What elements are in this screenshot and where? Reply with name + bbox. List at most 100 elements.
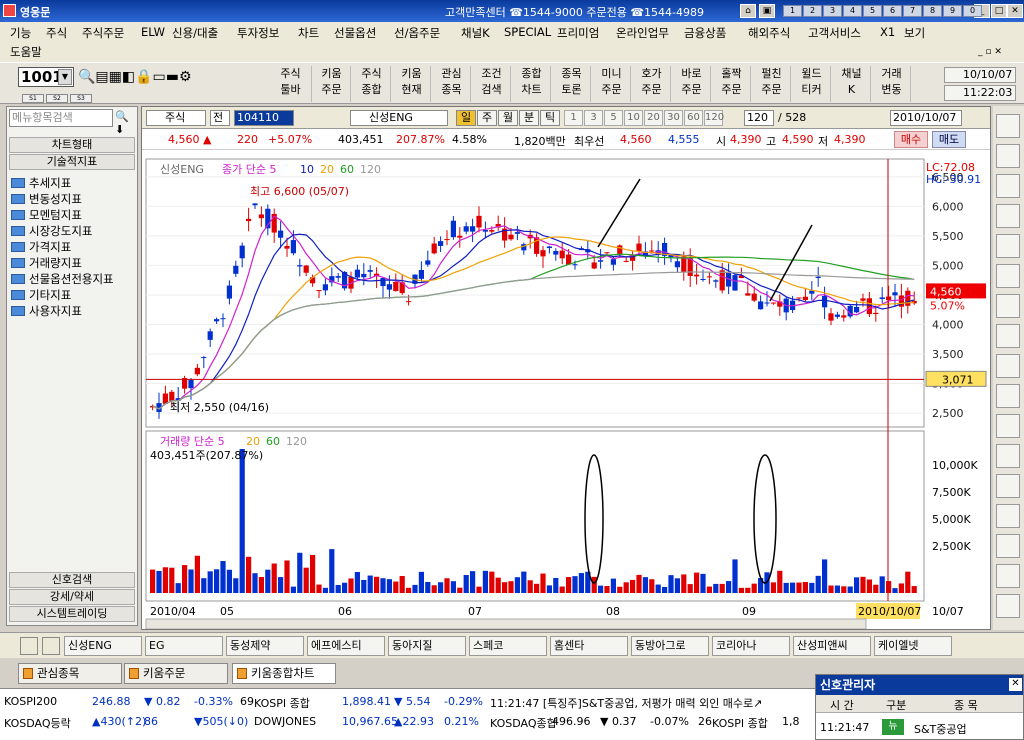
search-icon[interactable]: 🔍⬇ (115, 110, 137, 136)
stock-tab[interactable]: 동아지질 (388, 636, 466, 656)
minute-tab[interactable]: 30 (664, 110, 683, 126)
menu-item[interactable]: 해외주식 (748, 25, 790, 41)
indicator-folder[interactable]: 기타지표 (11, 287, 71, 303)
mdi-controls[interactable]: _ ▫ ✕ (978, 47, 1022, 60)
screen-tab-9[interactable]: 9 (943, 5, 962, 17)
tool-icon[interactable] (996, 414, 1020, 438)
indicator-folder[interactable]: 추세지표 (11, 175, 71, 191)
menu-item[interactable]: 금융상품 (684, 25, 726, 41)
toolbar-button[interactable]: 거래 변동 (873, 66, 911, 102)
menu-item[interactable]: X1 (880, 25, 895, 39)
menu-item[interactable]: SPECIAL (504, 25, 551, 39)
home-icon[interactable]: ⌂ (740, 4, 756, 18)
toolbar-button[interactable]: 키움 주문 (313, 66, 351, 102)
menu-item[interactable]: 차트 (298, 25, 319, 41)
sell-button[interactable]: 매도 (932, 131, 966, 148)
toolbar-button[interactable]: 관심 종목 (433, 66, 471, 102)
tool-icon[interactable] (996, 324, 1020, 348)
menu-item[interactable]: 고객서비스 (808, 25, 861, 41)
code-input[interactable]: 104110 (234, 110, 294, 126)
tool-icon[interactable] (996, 234, 1020, 258)
window-tab[interactable]: 관심종목 (18, 663, 122, 684)
tech-indicator-header[interactable]: 기술적지표 (9, 154, 135, 170)
screen-tab-0[interactable]: 0 (963, 5, 982, 17)
tool-icon[interactable] (996, 384, 1020, 408)
small-button[interactable]: S3 (70, 94, 92, 103)
toolbar-button[interactable]: 종합 차트 (513, 66, 551, 102)
date-input[interactable]: 2010/10/07 (890, 110, 962, 126)
tool-icon[interactable] (996, 144, 1020, 168)
menu-item[interactable]: 주식 (46, 25, 67, 41)
menu-item[interactable]: 기능 (10, 25, 31, 41)
buy-button[interactable]: 매수 (894, 131, 928, 148)
list-icon[interactable] (20, 637, 38, 655)
screen-tab-8[interactable]: 8 (923, 5, 942, 17)
menu-item[interactable]: 프리미엄 (557, 25, 599, 41)
menu-item[interactable]: 투자정보 (237, 25, 279, 41)
tool-icon[interactable] (996, 114, 1020, 138)
period-tab[interactable]: 월 (498, 110, 518, 126)
screen-tab-4[interactable]: 4 (843, 5, 862, 17)
toolbar-button[interactable]: 호가 주문 (633, 66, 671, 102)
minute-tab[interactable]: 60 (684, 110, 703, 126)
tool-icon[interactable] (996, 444, 1020, 468)
stock-tab[interactable]: 홈센타 (550, 636, 628, 656)
screen-tab-3[interactable]: 3 (823, 5, 842, 17)
menu-search-input[interactable]: 메뉴항목검색 (9, 109, 113, 127)
count-input[interactable]: 120 (744, 110, 774, 126)
window-tab[interactable]: 키움주문 (124, 663, 228, 684)
period-tab[interactable]: 일 (456, 110, 476, 126)
stock-tab[interactable]: 동성제약 (226, 636, 304, 656)
stock-tab[interactable]: 에프에스티 (307, 636, 385, 656)
screen-tab-7[interactable]: 7 (903, 5, 922, 17)
menu-item[interactable]: 선물옵션 (334, 25, 376, 41)
signal-stock[interactable]: S&T중공업 (914, 721, 967, 737)
edit-icon[interactable] (42, 637, 60, 655)
toolbar-button[interactable]: 윌드 티커 (793, 66, 831, 102)
minute-tab[interactable]: 120 (704, 110, 724, 126)
stock-tab[interactable]: EG (145, 636, 223, 656)
tool-icon[interactable] (996, 174, 1020, 198)
stock-tab[interactable]: 케이엘넷 (874, 636, 952, 656)
stock-chart[interactable]: 6,5006,0005,5005,0004,5004,0003,5003,000… (142, 151, 990, 629)
screen-tab-2[interactable]: 2 (803, 5, 822, 17)
tool-icon[interactable] (996, 474, 1020, 498)
tool-icon[interactable] (996, 504, 1020, 528)
indicator-folder[interactable]: 선물옵션전용지표 (11, 271, 114, 287)
menu-item[interactable]: 채널K (461, 25, 490, 41)
toolbar-button[interactable]: 홀짝 주문 (713, 66, 751, 102)
quick-icons[interactable]: 🔍▤▦◧🔒▭▬⚙ (78, 69, 192, 85)
screen-tab-1[interactable]: 1 (783, 5, 802, 17)
menu-item[interactable]: 주식주문 (82, 25, 124, 41)
menu-item[interactable]: 신용/대출 (172, 25, 218, 41)
toolbar-button[interactable]: 주식 종합 (353, 66, 391, 102)
tool-icon[interactable] (996, 534, 1020, 558)
minute-tab[interactable]: 1 (564, 110, 583, 126)
menu-item[interactable]: 선/옵주문 (394, 25, 440, 41)
indicator-folder[interactable]: 가격지표 (11, 239, 71, 255)
window-tab[interactable]: 키움종합차트 (232, 663, 336, 684)
menu-help[interactable]: 도움말 (10, 44, 42, 60)
maximize-button[interactable]: □ (991, 4, 1007, 18)
minute-tab[interactable]: 5 (604, 110, 623, 126)
toolbar-button[interactable]: 주식 툴바 (270, 66, 312, 102)
toolbar-button[interactable]: 바로 주문 (673, 66, 711, 102)
minute-tab[interactable]: 10 (624, 110, 643, 126)
small-button[interactable]: S1 (22, 94, 44, 103)
menu-item[interactable]: 온라인업무 (616, 25, 669, 41)
toolbar-button[interactable]: 종목 토론 (553, 66, 591, 102)
chart-type-header[interactable]: 차트형태 (9, 137, 135, 153)
indicator-folder[interactable]: 사용자지표 (11, 303, 82, 319)
indicator-folder[interactable]: 모멘텀지표 (11, 207, 82, 223)
indicator-folder[interactable]: 변동성지표 (11, 191, 82, 207)
tool-icon[interactable] (996, 564, 1020, 588)
market-select[interactable]: 주식 (146, 110, 206, 126)
period-tab[interactable]: 분 (519, 110, 539, 126)
minute-tab[interactable]: 3 (584, 110, 603, 126)
toolbar-button[interactable]: 채널 K (833, 66, 871, 102)
tool-icon[interactable] (996, 294, 1020, 318)
minute-tab[interactable]: 20 (644, 110, 663, 126)
indicator-folder[interactable]: 거래량지표 (11, 255, 82, 271)
period-tab[interactable]: 틱 (540, 110, 560, 126)
notice-icon[interactable]: ▣ (759, 4, 775, 18)
